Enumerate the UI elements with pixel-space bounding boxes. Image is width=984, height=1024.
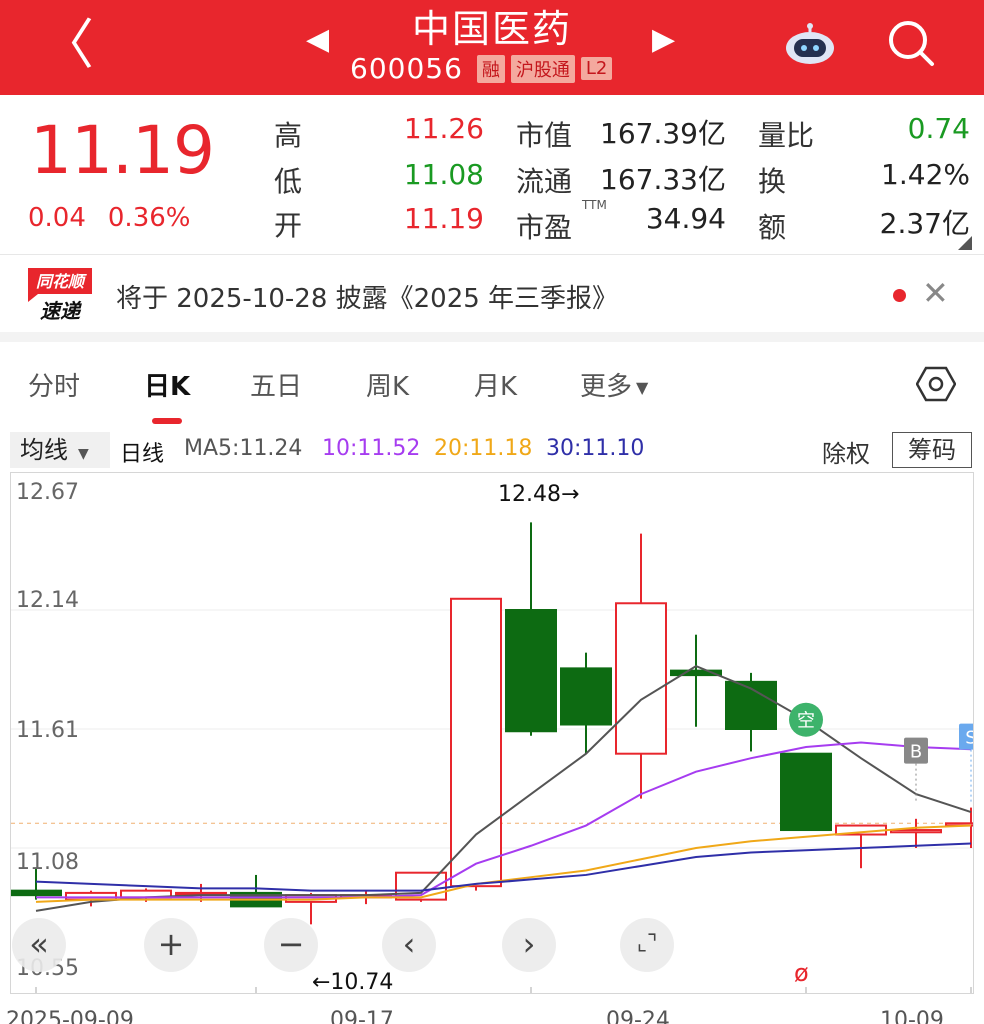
pe-value: 34.94	[645, 202, 726, 235]
amount-value: 2.37亿	[879, 207, 970, 240]
expand-corner-icon[interactable]	[958, 236, 972, 250]
fullscreen-button[interactable]: ⌞⌝	[620, 918, 674, 972]
open-value: 11.19	[403, 202, 484, 235]
scroll-left-button[interactable]: ‹	[382, 918, 436, 972]
l2-tag: L2	[580, 57, 613, 80]
x-axis-date: 09-24	[606, 1008, 670, 1024]
last-price: 11.19	[30, 112, 215, 189]
tab-five-day[interactable]: 五日	[250, 366, 302, 403]
open-label: 开	[274, 209, 303, 242]
stock-name: 中国医药	[411, 7, 572, 51]
tab-monthly-k[interactable]: 月K	[474, 366, 517, 403]
divider	[0, 254, 984, 255]
candle-body	[890, 829, 942, 834]
candle-body	[65, 891, 117, 901]
volratio-value: 0.74	[907, 112, 970, 145]
zoom-out-button[interactable]: −	[264, 918, 318, 972]
ma20-value: 20:11.18	[434, 436, 533, 461]
margin-tag: 融	[476, 54, 505, 83]
turnover-label: 换	[758, 165, 787, 198]
dropdown-triangle-icon: ▼	[78, 446, 89, 462]
mktcap-label: 市值	[516, 119, 573, 152]
ma30-line	[35, 842, 972, 892]
cut-marker: ø	[794, 959, 809, 987]
ma-select-label: 均线	[20, 436, 68, 464]
tab-weekly-k[interactable]: 周K	[366, 366, 409, 403]
y-tick-label: 11.08	[16, 850, 79, 875]
candle-body	[450, 597, 502, 888]
candle-body	[11, 889, 62, 897]
tab-daily-k[interactable]: 日K	[144, 366, 190, 403]
kline-chart[interactable]: 空 B Sø	[10, 472, 974, 994]
candle-body	[780, 752, 832, 832]
ex-rights-toggle[interactable]: 除权	[822, 434, 870, 469]
ma20-line	[35, 824, 972, 903]
section-gap	[0, 332, 984, 342]
turnover-value: 1.42%	[881, 158, 970, 191]
low-value: 11.08	[403, 158, 484, 191]
ma-legend-row: 均线 ▼ 日线 MA5:11.24 10:11.52 20:11.18 30:11…	[0, 428, 984, 472]
min-price-annotation: ←10.74	[312, 970, 394, 995]
low-label: 低	[274, 165, 303, 198]
x-axis-date: 09-17	[330, 1008, 394, 1024]
search-icon[interactable]	[884, 16, 938, 70]
x-axis-date: 10-09	[880, 1008, 944, 1024]
sell-marker-label: S	[965, 728, 973, 749]
dropdown-triangle-icon: ▼	[636, 378, 649, 397]
kline-svg: 空 B Sø	[11, 522, 973, 993]
stock-code: 600056	[350, 52, 463, 85]
connect-tag: 沪股通	[510, 54, 575, 83]
change-amount: 0.04	[28, 203, 86, 233]
high-label: 高	[274, 119, 303, 152]
volratio-label: 量比	[758, 119, 815, 152]
y-tick-label: 11.61	[16, 718, 79, 743]
unread-dot	[893, 289, 906, 302]
next-stock-icon[interactable]: ▶	[652, 22, 675, 57]
ma-select-dropdown[interactable]: 均线 ▼	[10, 432, 110, 468]
tab-more-label: 更多	[580, 372, 633, 402]
close-icon[interactable]: ✕	[922, 274, 949, 312]
tonghuashun-logo: 同花顺 速递	[28, 268, 92, 323]
settings-hexagon-icon[interactable]	[916, 366, 956, 402]
float-value: 167.33亿	[600, 163, 726, 196]
candle-body	[560, 667, 612, 726]
max-price-annotation: 12.48→	[498, 482, 580, 507]
candle-body	[615, 602, 667, 755]
ma10-value: 10:11.52	[322, 436, 421, 461]
scroll-right-button[interactable]: ›	[502, 918, 556, 972]
notice-text[interactable]: 将于 2025-10-28 披露《2025 年三季报》	[116, 278, 618, 315]
buy-marker-label: B	[910, 742, 922, 763]
tab-more[interactable]: 更多 ▼	[580, 366, 648, 403]
chip-distribution-button[interactable]: 筹码	[892, 432, 972, 468]
candle-body	[505, 609, 557, 733]
logo-bottom-text: 速递	[40, 299, 82, 323]
active-tab-indicator	[152, 418, 182, 424]
ma-kind-label: 日线	[120, 442, 165, 467]
high-value: 11.26	[403, 112, 484, 145]
x-axis-date: 2025-09-09	[6, 1008, 134, 1024]
tab-fenshi[interactable]: 分时	[28, 366, 80, 403]
ma5-value: MA5:11.24	[184, 436, 303, 461]
kong-marker-label: 空	[797, 711, 815, 732]
robot-assistant-icon[interactable]	[784, 22, 836, 66]
y-tick-label: 12.14	[16, 588, 79, 613]
ma30-value: 30:11.10	[546, 436, 645, 461]
stock-code-row: 600056 融 沪股通 L2	[350, 52, 613, 85]
y-tick-label: 12.67	[16, 480, 79, 505]
pe-label: 市盈	[516, 211, 573, 244]
price-change: 0.04 0.36%	[28, 203, 191, 233]
jump-to-start-button[interactable]: «	[12, 918, 66, 972]
zoom-in-button[interactable]: +	[144, 918, 198, 972]
amount-label: 额	[758, 211, 787, 244]
logo-top-text: 同花顺	[36, 272, 87, 291]
mktcap-value: 167.39亿	[600, 117, 726, 150]
float-label: 流通	[516, 165, 573, 198]
app-header: 〈 ◀ 中国医药 ▶ 600056 融 沪股通 L2	[0, 0, 984, 95]
change-percent: 0.36%	[107, 203, 191, 233]
